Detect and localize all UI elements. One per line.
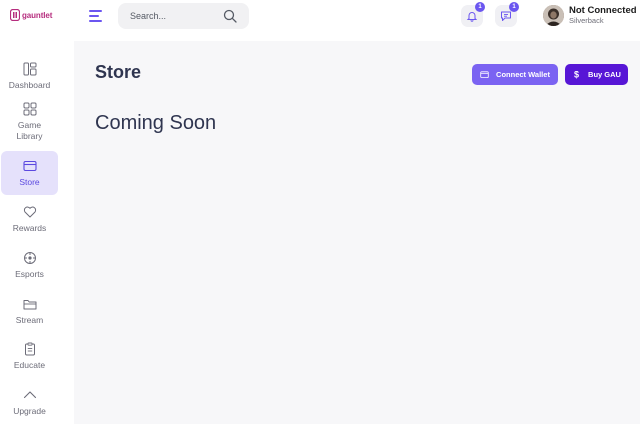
bell-icon: [466, 12, 478, 22]
buy-gau-button[interactable]: $ Buy GAU: [565, 64, 628, 85]
sidebar-item-rewards[interactable]: Rewards: [1, 197, 58, 241]
search-input[interactable]: [130, 3, 220, 29]
connect-wallet-label: Connect Wallet: [496, 70, 550, 79]
chevron-up-icon: [23, 390, 36, 398]
sidebar-item-educate[interactable]: Educate: [1, 334, 58, 378]
search-icon[interactable]: [223, 9, 237, 23]
notifications-button[interactable]: 1: [461, 2, 485, 27]
search-box: [118, 3, 249, 29]
wallet-icon: [480, 71, 489, 79]
card-icon: [22, 160, 37, 171]
clipboard-icon: [24, 342, 35, 355]
sidebar: Dashboard Game Library Store Rewards Esp…: [0, 41, 74, 424]
sidebar-item-game-library[interactable]: Game Library: [1, 99, 58, 145]
message-count-badge: 1: [509, 2, 519, 12]
brand-logo[interactable]: gauntlet: [10, 9, 52, 21]
svg-text:$: $: [574, 70, 579, 79]
folder-icon: [23, 299, 36, 309]
sidebar-item-dashboard[interactable]: Dashboard: [1, 54, 58, 98]
sidebar-item-esports[interactable]: Esports: [1, 243, 58, 287]
page-title: Store: [95, 62, 142, 82]
top-bar: gauntlet 1 1: [0, 0, 640, 41]
brand-name: gauntlet: [22, 10, 53, 20]
heart-icon: [23, 206, 36, 217]
username: Silverback: [569, 16, 604, 25]
gauntlet-logo-icon: [10, 9, 20, 21]
chat-icon: [501, 11, 511, 21]
sidebar-item-upgrade[interactable]: Upgrade: [1, 380, 58, 424]
connect-wallet-button[interactable]: Connect Wallet: [472, 64, 558, 85]
grid-icon: [23, 102, 36, 116]
coming-soon-message: Coming Soon: [95, 112, 217, 134]
sidebar-item-store[interactable]: Store: [1, 151, 58, 195]
hamburger-menu-icon[interactable]: [89, 9, 105, 23]
main-content: Store Connect Wallet $ Buy GAU Coming So…: [74, 41, 640, 424]
wallet-status: Not Connected: [569, 5, 637, 16]
dollar-icon: $: [574, 70, 579, 79]
sidebar-item-stream[interactable]: Stream: [1, 289, 58, 333]
profile-menu[interactable]: Not Connected Silverback: [543, 5, 637, 26]
avatar: [543, 5, 564, 26]
target-icon: [23, 251, 36, 264]
notification-count-badge: 1: [475, 2, 485, 12]
dashboard-icon: [23, 62, 36, 75]
buy-gau-label: Buy GAU: [588, 70, 621, 79]
messages-button[interactable]: 1: [495, 2, 519, 27]
